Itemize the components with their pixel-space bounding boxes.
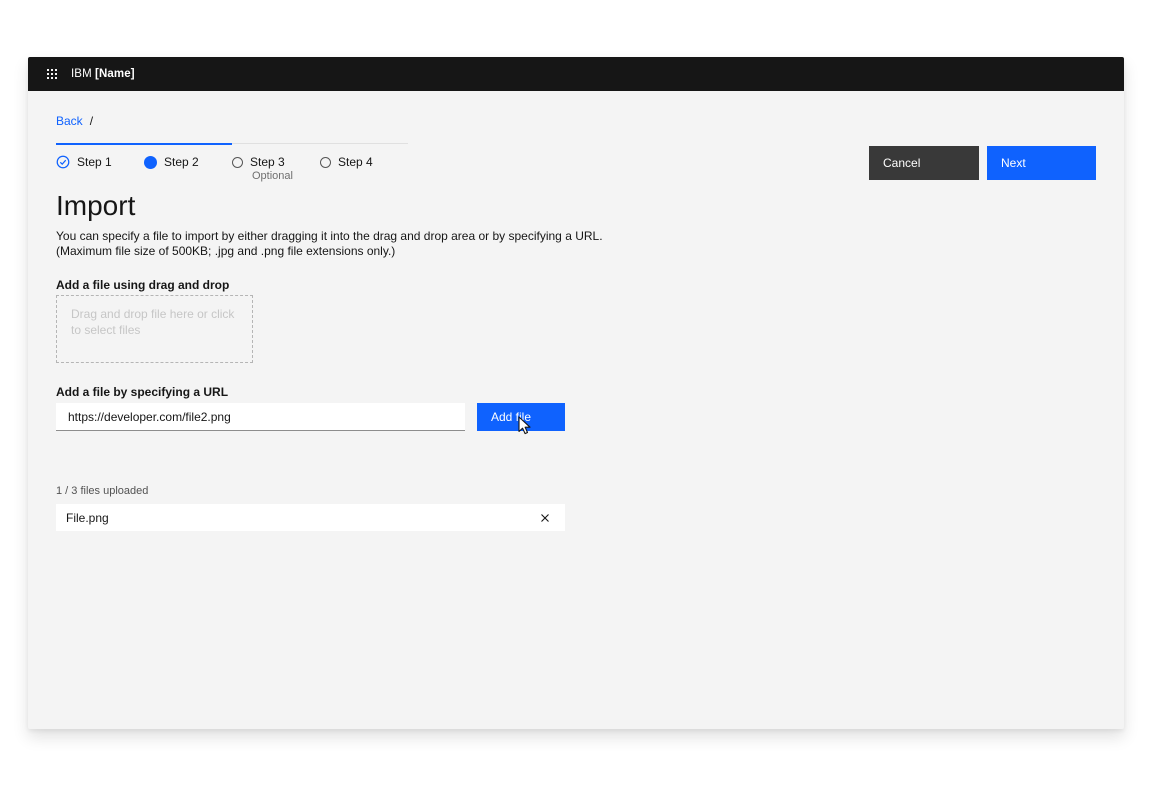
breadcrumb: Back / [56,114,93,128]
page-description-line2: (Maximum file size of 500KB; .jpg and .p… [56,244,395,258]
step-sublabel: Optional [252,170,320,182]
app-header: IBM [Name] [28,57,1124,91]
breadcrumb-separator: / [90,114,93,128]
progress-step-2[interactable]: Step 2 [144,143,232,182]
progress-step-3[interactable]: Step 3 Optional [232,143,320,182]
check-circle-icon [56,155,70,169]
close-icon [540,513,550,523]
app-title-name: [Name] [95,68,135,80]
app-switcher-button[interactable] [37,59,67,89]
circle-icon [320,157,331,168]
import-wizard-card: IBM [Name] Back / Step 1 Step 2 [28,57,1124,729]
drop-zone-hint: Drag and drop file here or click to sele… [71,306,238,338]
page-title: Import [56,190,135,222]
url-upload-label: Add a file by specifying a URL [56,385,228,399]
page-description-line1: You can specify a file to import by eith… [56,229,603,243]
back-link[interactable]: Back [56,114,83,128]
app-title: IBM [Name] [71,68,135,80]
drag-drop-label: Add a file using drag and drop [56,278,229,292]
url-input[interactable] [56,403,465,431]
step-label: Step 3 [250,155,285,169]
next-button[interactable]: Next [987,146,1096,180]
upload-status: 1 / 3 files uploaded [56,485,148,497]
app-title-product: IBM [71,68,92,80]
step-label: Step 2 [164,155,199,169]
filled-circle-icon [144,156,157,169]
circle-icon [232,157,243,168]
step-label: Step 1 [77,155,112,169]
uploaded-file-item: File.png [56,504,565,531]
grid-dots-icon [47,69,57,79]
step-label: Step 4 [338,155,373,169]
uploaded-file-name: File.png [66,511,109,525]
add-file-button[interactable]: Add file [477,403,565,431]
progress-step-4[interactable]: Step 4 [320,143,408,182]
remove-file-button[interactable] [538,511,552,525]
file-drop-zone[interactable]: Drag and drop file here or click to sele… [56,295,253,363]
progress-step-1[interactable]: Step 1 [56,143,144,182]
progress-indicator: Step 1 Step 2 Step 3 Optional Step 4 [56,143,408,182]
cancel-button[interactable]: Cancel [869,146,979,180]
page-description: You can specify a file to import by eith… [56,229,603,259]
